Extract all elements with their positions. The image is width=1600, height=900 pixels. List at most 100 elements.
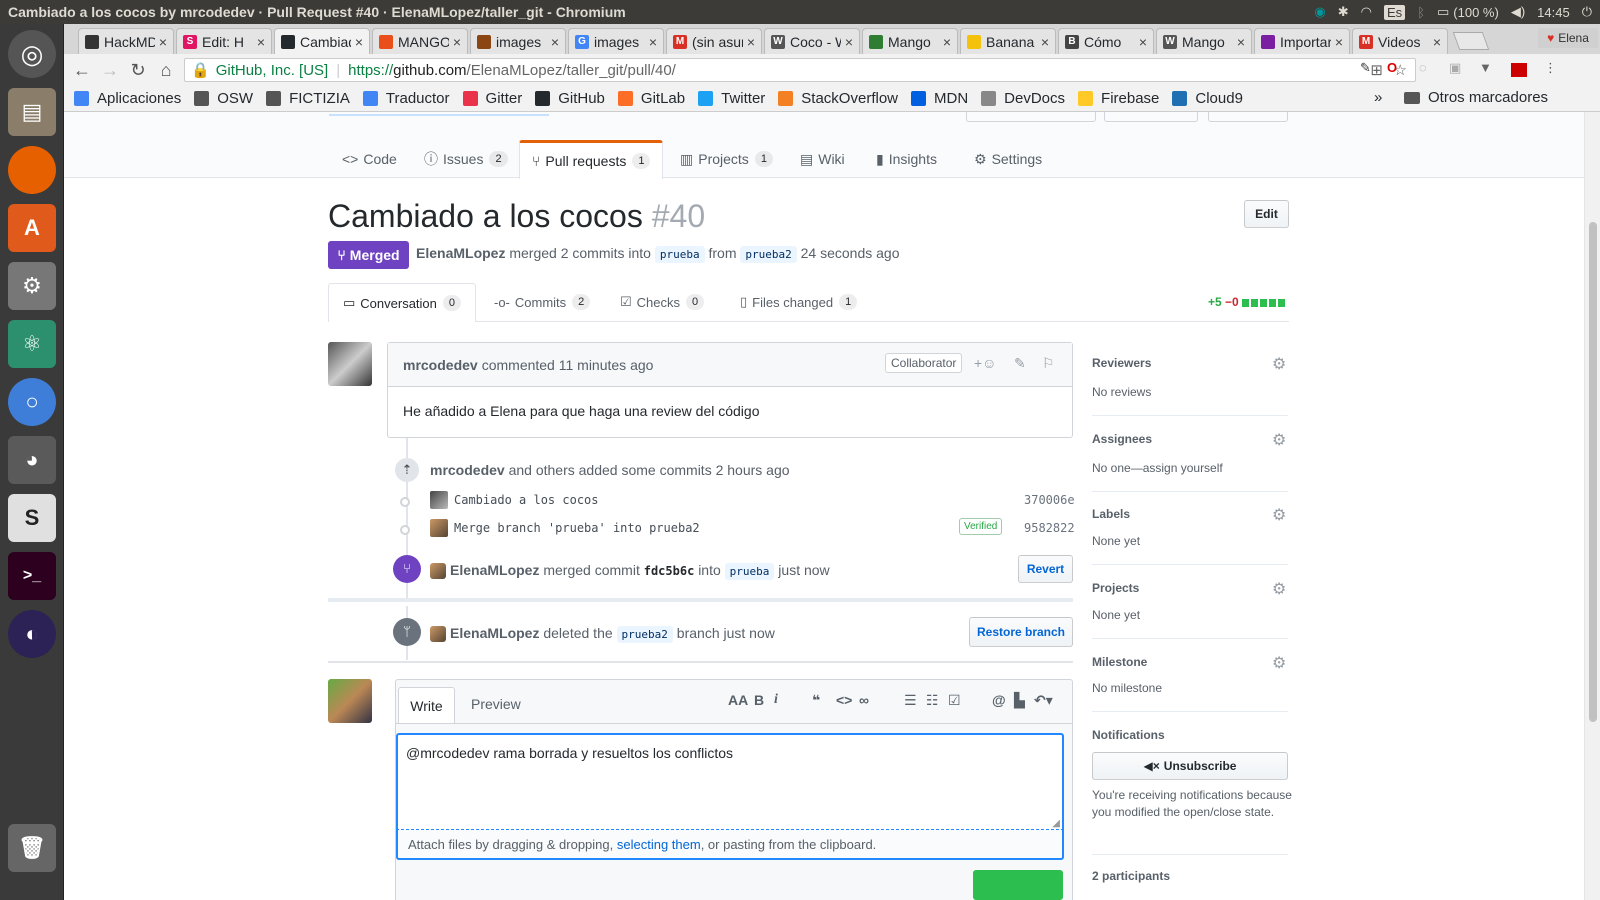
close-tab-icon[interactable]: × xyxy=(1433,34,1441,50)
comment-submit-button[interactable] xyxy=(973,870,1063,900)
repo-tab-issues[interactable]: ⓘ Issues 2 xyxy=(412,140,520,178)
commit-message-link[interactable]: Cambiado a los cocos xyxy=(454,493,599,507)
repo-tab-pull-requests[interactable]: ⑂ Pull requests 1 xyxy=(519,140,664,179)
bluetooth-icon[interactable]: ᛒ xyxy=(1417,5,1425,20)
eclipse-icon[interactable]: ◐ xyxy=(8,610,56,658)
projects-gear-icon[interactable]: ⚙ xyxy=(1272,579,1286,599)
commit-sha-link[interactable]: 9582822 xyxy=(1024,521,1075,535)
bookmark-item[interactable]: OSW xyxy=(194,90,253,107)
head-branch[interactable]: prueba2 xyxy=(740,246,797,263)
address-bar[interactable]: 🔒 GitHub, Inc. [US] | https:// github.co… xyxy=(184,58,1416,82)
comment-avatar[interactable] xyxy=(328,342,372,386)
edit-comment-icon[interactable]: ✎ xyxy=(1014,355,1026,372)
settings-tray-icon[interactable]: ✱ xyxy=(1338,4,1349,20)
bookmark-item[interactable]: StackOverflow xyxy=(778,90,898,107)
mention-icon[interactable]: @ xyxy=(992,692,1006,708)
close-tab-icon[interactable]: × xyxy=(943,34,951,50)
browser-tab[interactable]: HackMD × xyxy=(78,28,174,54)
terminal-icon[interactable]: >_ xyxy=(8,552,56,600)
extension-circle-icon[interactable]: ◌ xyxy=(1419,60,1427,75)
assignees-gear-icon[interactable]: ⚙ xyxy=(1272,430,1286,450)
merge-event-branch[interactable]: prueba xyxy=(724,563,775,580)
numbered-list-icon[interactable]: ☷ xyxy=(926,692,939,709)
labels-heading[interactable]: Labels xyxy=(1092,507,1130,521)
merge-commit-sha[interactable]: fdc5b6c xyxy=(644,564,695,578)
close-tab-icon[interactable]: × xyxy=(551,34,559,50)
browser-tab[interactable]: W Mango × xyxy=(1156,28,1252,54)
close-tab-icon[interactable]: × xyxy=(1139,34,1147,50)
bookmark-item[interactable]: Firebase xyxy=(1078,90,1159,107)
fork-button[interactable] xyxy=(1208,112,1288,122)
close-tab-icon[interactable]: × xyxy=(453,34,461,50)
repo-tab-code[interactable]: <> Code xyxy=(330,140,409,178)
close-tab-icon[interactable]: × xyxy=(747,34,755,50)
files-icon[interactable]: ▤ xyxy=(8,88,56,136)
page-scrollbar[interactable] xyxy=(1584,112,1600,900)
assignees-heading[interactable]: Assignees xyxy=(1092,432,1152,446)
close-tab-icon[interactable]: × xyxy=(845,34,853,50)
select-files-link[interactable]: selecting them xyxy=(617,837,701,852)
battery-icon[interactable]: ▭ xyxy=(1437,4,1449,20)
browser-tab[interactable]: Banana × xyxy=(960,28,1056,54)
preview-tab[interactable]: Preview xyxy=(471,696,521,712)
close-tab-icon[interactable]: × xyxy=(1335,34,1343,50)
comment-timestamp[interactable]: commented 11 minutes ago xyxy=(482,357,654,373)
browser-tab[interactable]: W Coco - Wikipedia× xyxy=(764,28,860,54)
projects-heading[interactable]: Projects xyxy=(1092,581,1139,595)
restore-branch-button[interactable]: Restore branch xyxy=(969,617,1073,647)
keyboard-layout-indicator[interactable]: Es xyxy=(1384,4,1406,20)
reviewers-gear-icon[interactable]: ⚙ xyxy=(1272,354,1286,374)
pr-author-link[interactable]: ElenaMLopez xyxy=(416,245,505,261)
bookmark-item[interactable]: MDN xyxy=(911,90,968,107)
user-profile-button[interactable]: ♥ Elena xyxy=(1538,28,1598,48)
repo-tab-wiki[interactable]: ▤ Wiki xyxy=(788,140,857,178)
bookmarks-more-chevron[interactable]: » xyxy=(1374,89,1382,106)
commit-message-link[interactable]: Merge branch 'prueba' into prueba2 xyxy=(454,521,700,535)
saved-reply-icon[interactable]: ▙ xyxy=(1014,692,1025,709)
revert-button[interactable]: Revert xyxy=(1018,555,1073,583)
watch-button[interactable] xyxy=(966,112,1096,122)
extension-box-icon[interactable]: ▣ xyxy=(1449,60,1461,76)
labels-gear-icon[interactable]: ⚙ xyxy=(1272,505,1286,525)
verified-badge[interactable]: Verified xyxy=(959,518,1003,535)
code-format-icon[interactable]: <> xyxy=(836,692,852,708)
bullet-list-icon[interactable]: ☰ xyxy=(904,692,917,709)
milestone-heading[interactable]: Milestone xyxy=(1092,655,1147,669)
tab-files-changed[interactable]: ▯ Files changed 1 xyxy=(726,283,871,321)
volume-icon[interactable]: ◀) xyxy=(1511,4,1525,20)
power-icon[interactable]: ⏻ xyxy=(1582,4,1592,20)
repo-tab-settings[interactable]: ⚙ Settings xyxy=(962,140,1054,178)
attach-files-bar[interactable]: Attach files by dragging & dropping, sel… xyxy=(396,830,1064,860)
current-user-avatar[interactable] xyxy=(328,679,372,723)
report-comment-icon[interactable]: ⚐ xyxy=(1042,355,1055,372)
repo-tab-insights[interactable]: ▮ Insights xyxy=(864,140,949,178)
bookmark-item[interactable]: Twitter xyxy=(698,90,765,107)
ubuntu-dash-icon[interactable]: ◎ xyxy=(8,30,56,78)
extension-pen-icon[interactable]: ✎ xyxy=(1360,60,1371,76)
base-branch[interactable]: prueba xyxy=(654,246,705,263)
add-reaction-icon[interactable]: +☺ xyxy=(974,355,996,371)
close-tab-icon[interactable]: × xyxy=(1237,34,1245,50)
assignees-value[interactable]: No one—assign yourself xyxy=(1092,461,1223,475)
browser-tab[interactable]: Gimages × xyxy=(568,28,664,54)
extension-v-icon[interactable]: ▼ xyxy=(1479,60,1492,75)
tab-conversation[interactable]: ▭ Conversation 0 xyxy=(328,283,477,322)
new-tab-button[interactable] xyxy=(1452,32,1490,50)
browser-tab[interactable]: images × xyxy=(470,28,566,54)
system-settings-icon[interactable]: ⚙ xyxy=(8,262,56,310)
reviewers-heading[interactable]: Reviewers xyxy=(1092,356,1151,370)
slack-icon[interactable]: S xyxy=(8,494,56,542)
edit-title-button[interactable]: Edit xyxy=(1244,200,1289,228)
home-icon[interactable]: ⌂ xyxy=(152,60,180,81)
extension-cors-icon[interactable] xyxy=(1511,63,1527,77)
browser-tab[interactable]: Importar × xyxy=(1254,28,1350,54)
bookmark-item[interactable]: Cloud9 xyxy=(1172,90,1243,107)
close-tab-icon[interactable]: × xyxy=(257,34,265,50)
italic-icon[interactable]: i xyxy=(774,692,778,708)
browser-tab[interactable]: M (sin asunto)× xyxy=(666,28,762,54)
close-tab-icon[interactable]: × xyxy=(649,34,657,50)
merge-event-avatar[interactable] xyxy=(430,563,446,579)
gimp-icon[interactable]: ◕ xyxy=(8,436,56,484)
tab-commits[interactable]: -o- Commits 2 xyxy=(480,283,604,321)
scrollbar-thumb[interactable] xyxy=(1589,222,1597,722)
